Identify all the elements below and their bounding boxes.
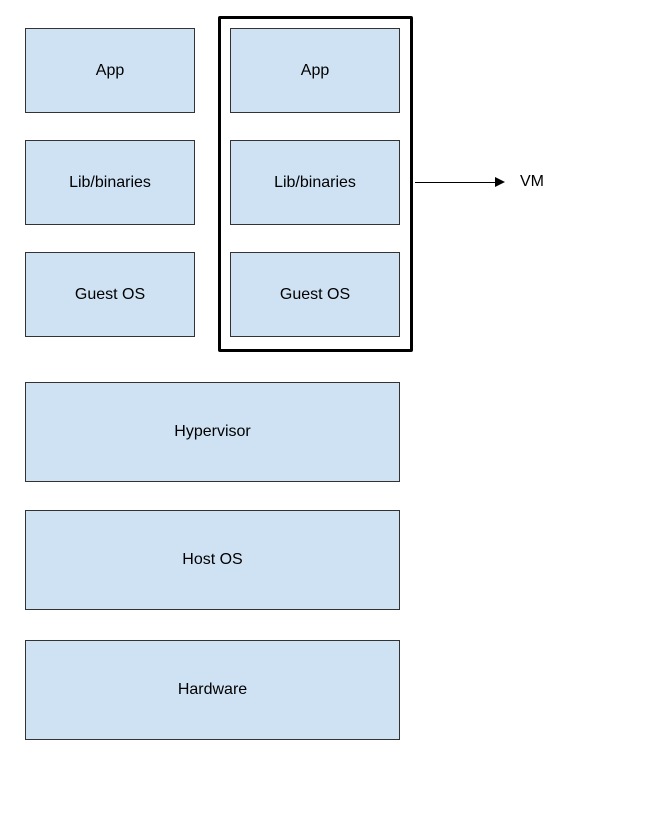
stack2-lib-box: Lib/binaries <box>230 140 400 225</box>
vm-label: VM <box>520 173 544 191</box>
vm-arrow-head-icon <box>495 177 505 187</box>
stack1-guestos-box: Guest OS <box>25 252 195 337</box>
stack2-guestos-box: Guest OS <box>230 252 400 337</box>
stack2-app-box: App <box>230 28 400 113</box>
stack1-lib-box: Lib/binaries <box>25 140 195 225</box>
hostos-box: Host OS <box>25 510 400 610</box>
hardware-box: Hardware <box>25 640 400 740</box>
hypervisor-box: Hypervisor <box>25 382 400 482</box>
vm-arrow-line <box>415 182 495 183</box>
stack1-app-box: App <box>25 28 195 113</box>
